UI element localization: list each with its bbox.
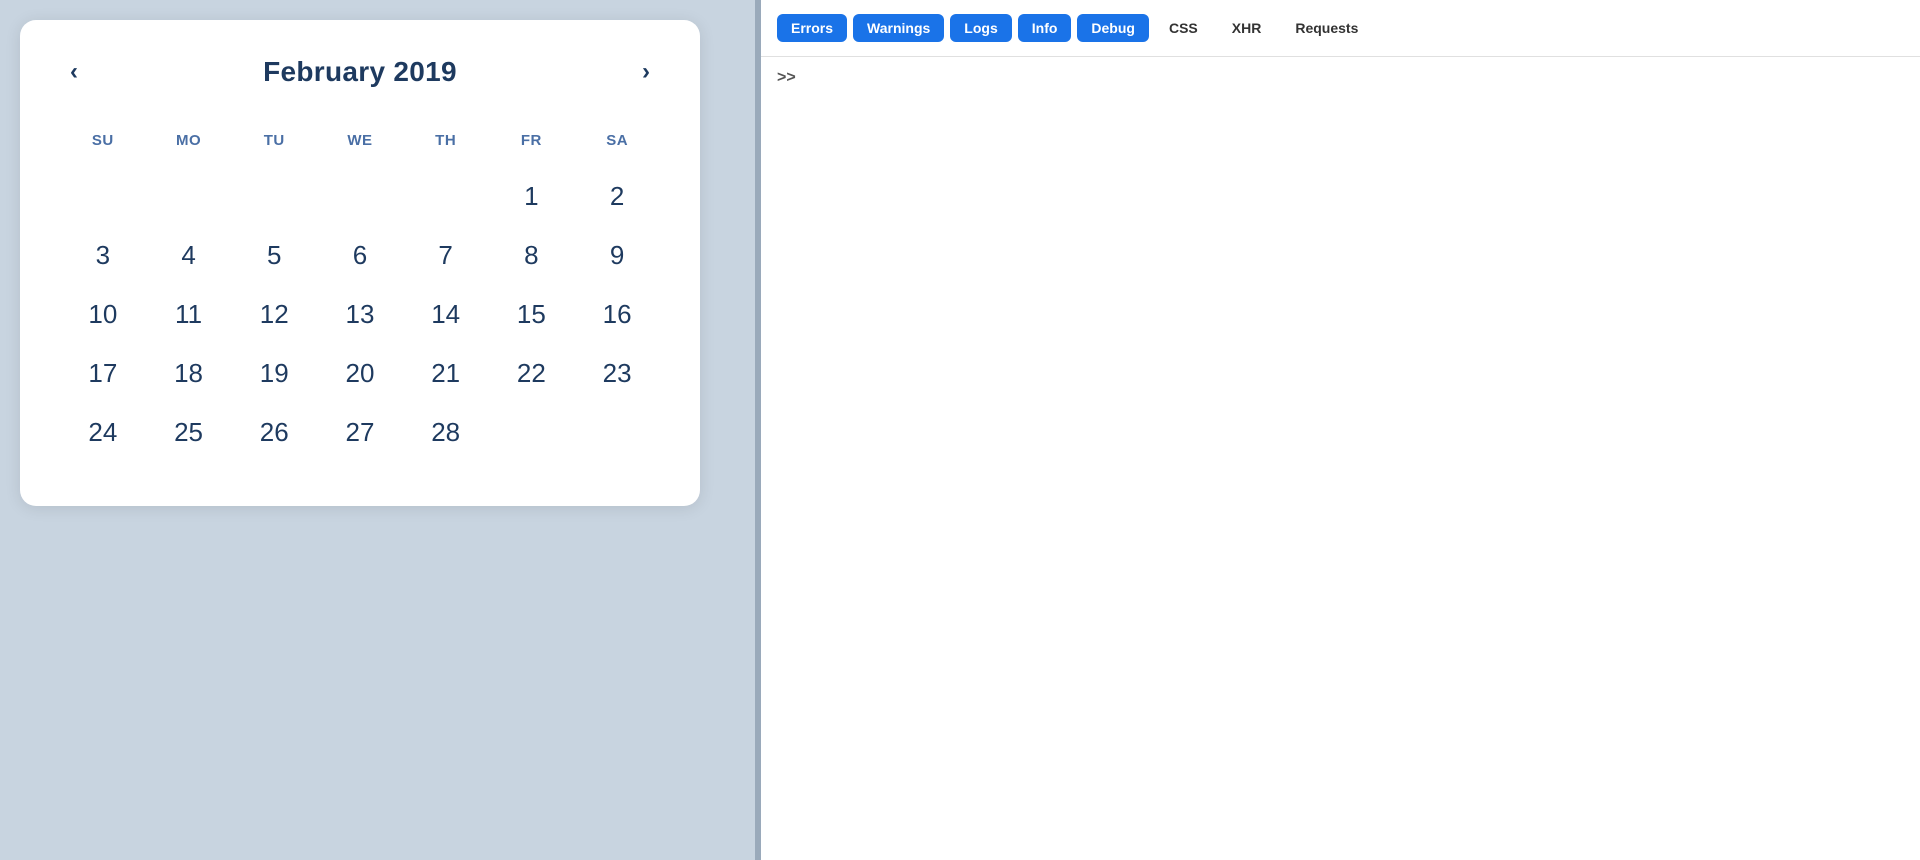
filter-btn-warnings[interactable]: Warnings xyxy=(853,14,944,42)
calendar-day-7[interactable]: 7 xyxy=(403,226,489,285)
calendar-day-21[interactable]: 21 xyxy=(403,344,489,403)
day-header-tu: TU xyxy=(231,124,317,167)
day-header-fr: FR xyxy=(489,124,575,167)
calendar-day-13[interactable]: 13 xyxy=(317,285,403,344)
calendar-week-0: 12 xyxy=(60,167,660,226)
filter-btn-info[interactable]: Info xyxy=(1018,14,1072,42)
calendar-day-18[interactable]: 18 xyxy=(146,344,232,403)
day-headers-row: SUMOTUWETHFRSA xyxy=(60,124,660,167)
day-header-th: TH xyxy=(403,124,489,167)
day-header-sa: SA xyxy=(574,124,660,167)
calendar-day-15[interactable]: 15 xyxy=(489,285,575,344)
calendar-day-3[interactable]: 3 xyxy=(60,226,146,285)
calendar-day-24[interactable]: 24 xyxy=(60,403,146,462)
filter-btn-css[interactable]: CSS xyxy=(1155,14,1212,42)
calendar-week-4: 2425262728 xyxy=(60,403,660,462)
calendar-day-empty xyxy=(231,167,317,226)
calendar-header-row: SUMOTUWETHFRSA xyxy=(60,124,660,167)
calendar-day-empty xyxy=(317,167,403,226)
calendar-day-1[interactable]: 1 xyxy=(489,167,575,226)
calendar-day-9[interactable]: 9 xyxy=(574,226,660,285)
devtools-panel: ErrorsWarningsLogsInfoDebugCSSXHRRequest… xyxy=(761,0,1920,860)
calendar-card: ‹ February 2019 › SUMOTUWETHFRSA 1234567… xyxy=(20,20,700,506)
calendar-day-6[interactable]: 6 xyxy=(317,226,403,285)
calendar-day-empty xyxy=(146,167,232,226)
devtools-toolbar: ErrorsWarningsLogsInfoDebugCSSXHRRequest… xyxy=(761,0,1920,57)
calendar-day-23[interactable]: 23 xyxy=(574,344,660,403)
calendar-day-28[interactable]: 28 xyxy=(403,403,489,462)
calendar-week-3: 17181920212223 xyxy=(60,344,660,403)
calendar-day-20[interactable]: 20 xyxy=(317,344,403,403)
calendar-day-10[interactable]: 10 xyxy=(60,285,146,344)
prev-month-button[interactable]: ‹ xyxy=(60,56,88,88)
console-prompt: >> xyxy=(777,69,796,86)
calendar-week-2: 10111213141516 xyxy=(60,285,660,344)
day-header-su: SU xyxy=(60,124,146,167)
calendar-day-4[interactable]: 4 xyxy=(146,226,232,285)
filter-btn-xhr[interactable]: XHR xyxy=(1218,14,1276,42)
calendar-day-empty xyxy=(403,167,489,226)
calendar-day-12[interactable]: 12 xyxy=(231,285,317,344)
calendar-day-17[interactable]: 17 xyxy=(60,344,146,403)
next-month-button[interactable]: › xyxy=(632,56,660,88)
day-header-mo: MO xyxy=(146,124,232,167)
filter-btn-logs[interactable]: Logs xyxy=(950,14,1011,42)
devtools-console: >> xyxy=(761,57,1920,860)
calendar-day-19[interactable]: 19 xyxy=(231,344,317,403)
filter-btn-debug[interactable]: Debug xyxy=(1077,14,1149,42)
calendar-day-empty xyxy=(60,167,146,226)
calendar-day-2[interactable]: 2 xyxy=(574,167,660,226)
calendar-day-11[interactable]: 11 xyxy=(146,285,232,344)
calendar-grid: SUMOTUWETHFRSA 1234567891011121314151617… xyxy=(60,124,660,462)
calendar-day-25[interactable]: 25 xyxy=(146,403,232,462)
filter-btn-requests[interactable]: Requests xyxy=(1281,14,1372,42)
calendar-day-empty xyxy=(489,403,575,462)
calendar-day-27[interactable]: 27 xyxy=(317,403,403,462)
calendar-day-26[interactable]: 26 xyxy=(231,403,317,462)
calendar-header: ‹ February 2019 › xyxy=(60,56,660,88)
calendar-day-8[interactable]: 8 xyxy=(489,226,575,285)
calendar-day-22[interactable]: 22 xyxy=(489,344,575,403)
calendar-day-14[interactable]: 14 xyxy=(403,285,489,344)
left-panel: ‹ February 2019 › SUMOTUWETHFRSA 1234567… xyxy=(0,0,755,860)
day-header-we: WE xyxy=(317,124,403,167)
calendar-week-1: 3456789 xyxy=(60,226,660,285)
calendar-day-5[interactable]: 5 xyxy=(231,226,317,285)
calendar-title: February 2019 xyxy=(263,56,457,88)
filter-btn-errors[interactable]: Errors xyxy=(777,14,847,42)
calendar-day-empty xyxy=(574,403,660,462)
calendar-day-16[interactable]: 16 xyxy=(574,285,660,344)
calendar-body: 1234567891011121314151617181920212223242… xyxy=(60,167,660,462)
